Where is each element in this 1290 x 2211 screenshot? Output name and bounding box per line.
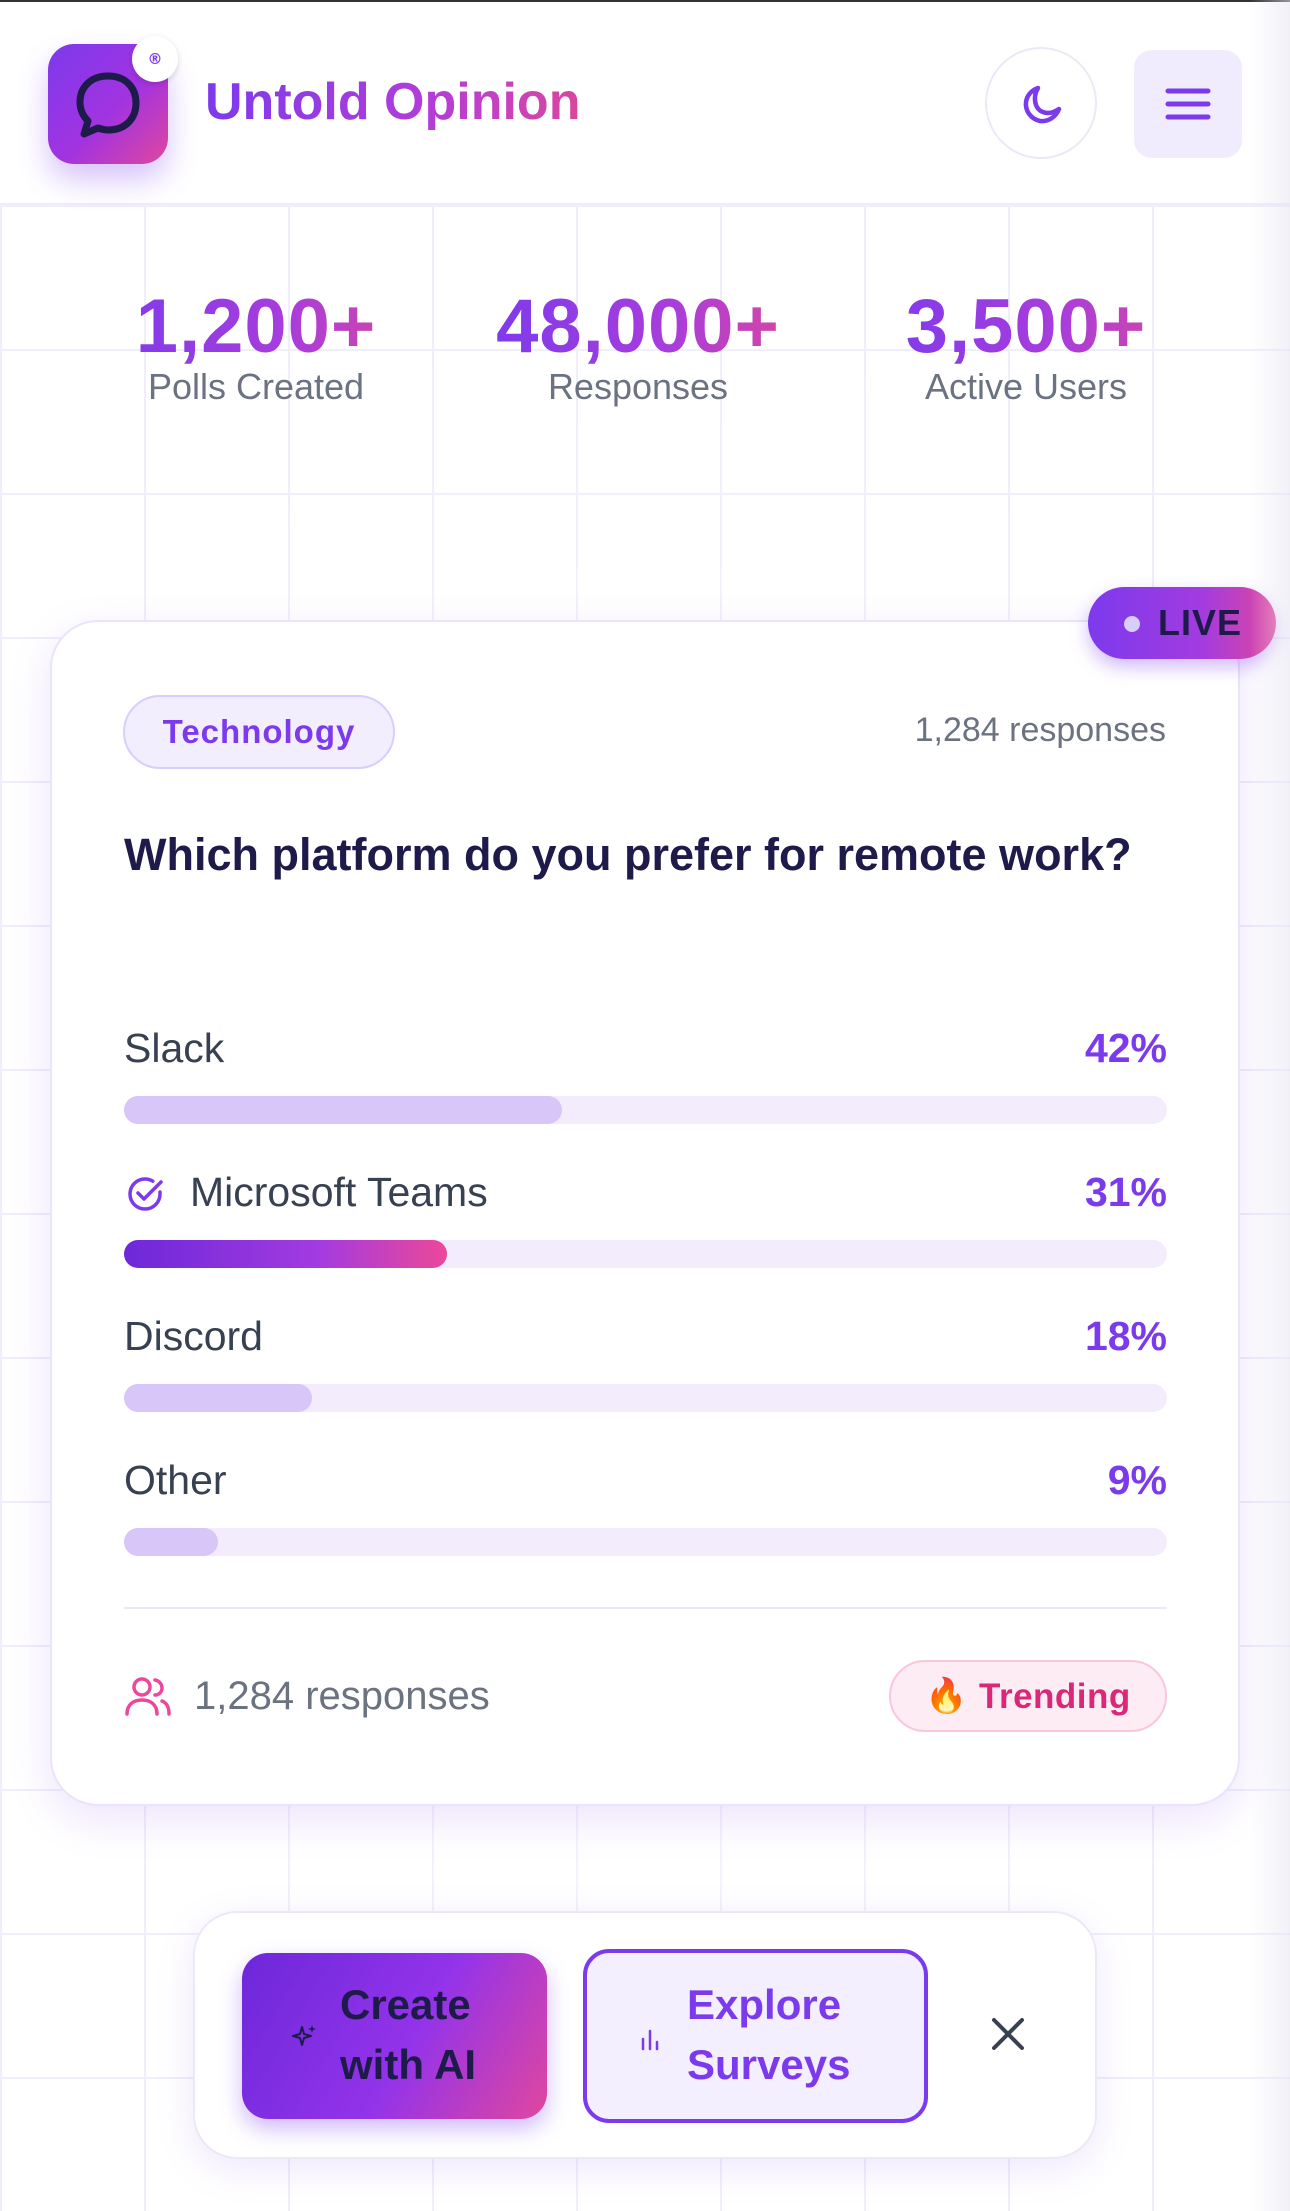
option-percent: 9% <box>1107 1457 1167 1503</box>
stat-label: Active Users <box>924 366 1128 407</box>
brand-title[interactable]: Untold Opinion <box>205 70 580 134</box>
moon-icon <box>1023 85 1062 124</box>
poll-option-other[interactable]: Other 9% <box>124 1455 1167 1556</box>
check-circle-icon <box>128 1177 163 1211</box>
poll-question: Which platform do you prefer for remote … <box>124 829 1132 880</box>
option-bar-track <box>124 1384 1167 1412</box>
option-bar-track <box>124 1096 1167 1124</box>
option-bar-fill <box>124 1096 563 1124</box>
stat-value: 48,000+ <box>478 285 798 369</box>
explore-button-label: Explore Surveys <box>687 1981 851 2088</box>
users-icon <box>125 1677 171 1716</box>
stat-responses: 48,000+ Responses <box>478 285 798 407</box>
theme-toggle-button[interactable] <box>985 47 1097 159</box>
stat-label: Responses <box>547 366 729 407</box>
response-count: 1,284 responses <box>914 711 1166 749</box>
option-percent: 42% <box>1084 1025 1167 1071</box>
stat-polls-created: 1,200+ Polls Created <box>96 285 416 407</box>
option-percent: 18% <box>1084 1313 1167 1359</box>
option-label: Slack <box>124 1025 225 1071</box>
card-divider <box>124 1607 1167 1609</box>
app-header: ® Untold Opinion <box>0 0 1290 205</box>
option-percent: 31% <box>1084 1169 1167 1215</box>
hamburger-menu-icon <box>1165 88 1211 120</box>
stat-active-users: 3,500+ Active Users <box>866 285 1186 407</box>
menu-button[interactable] <box>1134 50 1242 158</box>
category-tag[interactable]: Technology <box>123 695 395 769</box>
live-badge: LIVE <box>1088 587 1276 659</box>
registered-badge: ® <box>132 36 178 82</box>
stat-value: 1,200+ <box>96 285 416 369</box>
sparkles-icon <box>292 2025 316 2046</box>
poll-option-discord[interactable]: Discord 18% <box>124 1311 1167 1412</box>
stat-value: 3,500+ <box>866 285 1186 369</box>
option-bar-track <box>124 1528 1167 1556</box>
option-bar-fill <box>124 1528 218 1556</box>
live-label: LIVE <box>1158 602 1243 643</box>
poll-option-slack[interactable]: Slack 42% <box>124 1023 1167 1124</box>
option-bar-fill <box>124 1384 312 1412</box>
chat-bubble-icon <box>76 72 140 138</box>
option-bar-track <box>124 1240 1167 1268</box>
trending-badge: 🔥 Trending <box>889 1660 1167 1732</box>
stat-label: Polls Created <box>147 366 365 407</box>
option-label: Other <box>124 1457 227 1503</box>
explore-surveys-button[interactable]: Explore Surveys <box>583 1949 928 2123</box>
trending-label: Trending <box>979 1677 1131 1716</box>
option-label: Microsoft Teams <box>190 1169 488 1215</box>
footer-response-count: 1,284 responses <box>194 1674 490 1718</box>
create-with-ai-button[interactable]: Create with AI <box>242 1953 547 2119</box>
fire-icon: 🔥 <box>925 1676 968 1716</box>
option-label: Discord <box>124 1313 263 1359</box>
poll-option-microsoft-teams[interactable]: Microsoft Teams 31% <box>124 1167 1167 1268</box>
close-icon <box>992 2018 1024 2050</box>
option-bar-fill <box>124 1240 448 1268</box>
edge-shade <box>1250 0 1290 2211</box>
create-button-label: Create with AI <box>340 1981 477 2088</box>
bar-chart-icon <box>641 2029 659 2051</box>
close-button[interactable] <box>986 2012 1030 2056</box>
live-dot <box>1124 616 1140 632</box>
